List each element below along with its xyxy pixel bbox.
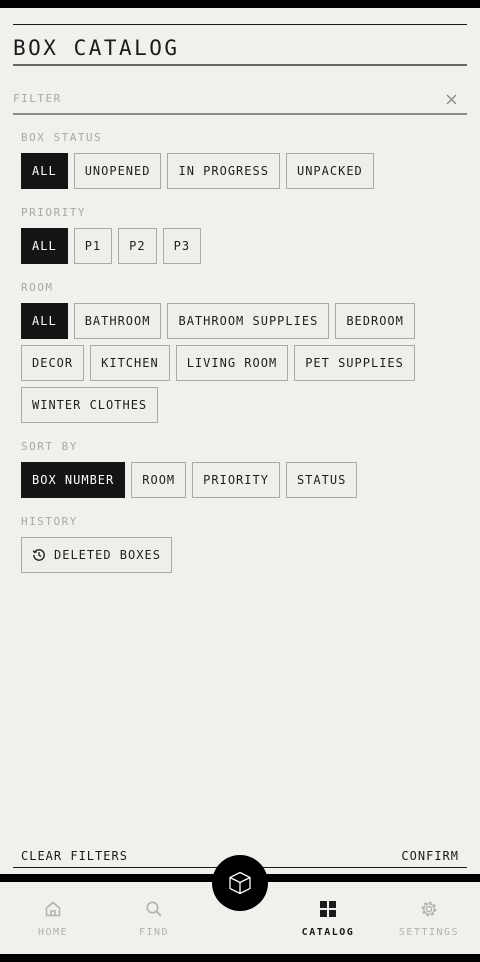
deleted-boxes-label: DELETED BOXES <box>54 548 161 562</box>
priority-label: PRIORITY <box>21 206 86 219</box>
room-chips-row-2: DECOR KITCHEN LIVING ROOM PET SUPPLIES <box>21 345 415 381</box>
nav-catalog-label: CATALOG <box>301 927 355 938</box>
chip-status-unopened[interactable]: UNOPENED <box>73 153 162 189</box>
room-chips-row-1: ALL BATHROOM BATHROOM SUPPLIES BEDROOM <box>21 303 415 339</box>
gear-icon <box>420 899 438 919</box>
chip-priority-p1[interactable]: P1 <box>73 228 113 264</box>
chip-priority-p3[interactable]: P3 <box>162 228 202 264</box>
nav-home-label: HOME <box>37 927 69 938</box>
nav-settings[interactable]: SETTINGS <box>389 882 469 954</box>
clear-filter-button[interactable] <box>443 91 459 107</box>
chip-room-all[interactable]: ALL <box>21 303 68 339</box>
chip-status-all[interactable]: ALL <box>21 153 68 189</box>
chip-room-kitchen[interactable]: KITCHEN <box>90 345 170 381</box>
priority-chips: ALL P1 P2 P3 <box>21 228 202 264</box>
nav-home[interactable]: HOME <box>13 882 93 954</box>
grid-icon <box>319 899 337 919</box>
chip-room-decor[interactable]: DECOR <box>21 345 85 381</box>
chip-room-bathroom[interactable]: BATHROOM <box>73 303 162 339</box>
chip-room-pet-supplies[interactable]: PET SUPPLIES <box>294 345 415 381</box>
history-row: DELETED BOXES <box>21 537 172 573</box>
room-label: ROOM <box>21 281 54 294</box>
chip-sort-box-number[interactable]: BOX NUMBER <box>21 462 126 498</box>
history-label: HISTORY <box>21 515 78 528</box>
chip-status-in-progress[interactable]: IN PROGRESS <box>167 153 280 189</box>
chip-status-unpacked[interactable]: UNPACKED <box>285 153 374 189</box>
nav-find-label: FIND <box>138 927 170 938</box>
history-icon <box>32 548 46 562</box>
chip-sort-room[interactable]: ROOM <box>131 462 187 498</box>
sort-by-label: SORT BY <box>21 440 78 453</box>
status-bar <box>0 0 480 8</box>
nav-find[interactable]: FIND <box>114 882 194 954</box>
home-icon <box>44 899 62 919</box>
chip-room-bedroom[interactable]: BEDROOM <box>335 303 415 339</box>
title-divider <box>13 64 467 66</box>
clear-filters-button[interactable]: CLEAR FILTERS <box>21 849 128 863</box>
box-status-chips: ALL UNOPENED IN PROGRESS UNPACKED <box>21 153 374 189</box>
chip-sort-status[interactable]: STATUS <box>285 462 358 498</box>
chip-room-living-room[interactable]: LIVING ROOM <box>175 345 289 381</box>
box-icon <box>229 871 251 895</box>
chip-sort-priority[interactable]: PRIORITY <box>192 462 280 498</box>
system-bar <box>0 954 480 962</box>
chip-priority-all[interactable]: ALL <box>21 228 68 264</box>
deleted-boxes-button[interactable]: DELETED BOXES <box>21 537 172 573</box>
add-box-button[interactable] <box>212 855 268 911</box>
page-title: BOX CATALOG <box>13 36 180 60</box>
chip-priority-p2[interactable]: P2 <box>118 228 157 264</box>
nav-catalog[interactable]: CATALOG <box>288 882 368 954</box>
filter-input[interactable]: FILTER <box>13 92 62 106</box>
search-icon <box>145 899 163 919</box>
close-icon <box>446 94 456 104</box>
header-top-rule <box>13 24 467 25</box>
nav-settings-label: SETTINGS <box>398 927 460 938</box>
filter-underline <box>13 113 467 115</box>
box-status-label: BOX STATUS <box>21 131 103 144</box>
chip-room-bathroom-supplies[interactable]: BATHROOM SUPPLIES <box>167 303 330 339</box>
room-chips-row-3: WINTER CLOTHES <box>21 387 159 423</box>
sort-by-chips: BOX NUMBER ROOM PRIORITY STATUS <box>21 462 358 498</box>
confirm-button[interactable]: CONFIRM <box>401 849 459 863</box>
chip-room-winter-clothes[interactable]: WINTER CLOTHES <box>21 387 159 423</box>
